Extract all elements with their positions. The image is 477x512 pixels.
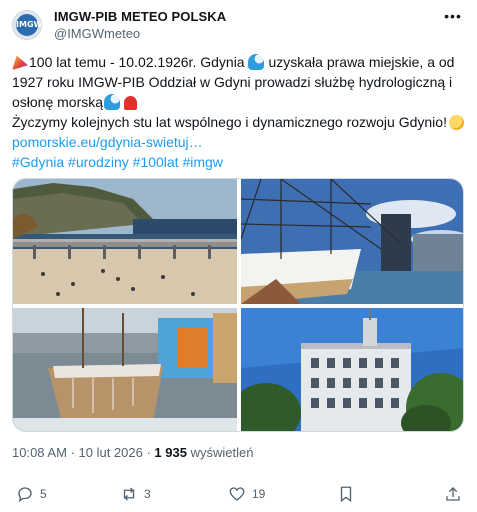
party-popper-icon: [12, 55, 28, 70]
water-wave-icon: [104, 94, 121, 110]
like-button[interactable]: 19: [228, 484, 265, 504]
more-options-icon[interactable]: •••: [443, 9, 463, 26]
rotating-light-icon: [124, 96, 138, 110]
tweet-meta: 10:08 AM · 10 lut 2026 · 1 935 wyświetle…: [12, 445, 254, 460]
tweet-line-3: osłonę morską: [12, 92, 465, 112]
photo-gdynia-beach-pier[interactable]: [13, 179, 237, 304]
avatar-logo: IMGW: [16, 14, 41, 36]
media-grid: [12, 178, 464, 432]
tweet-line-1: 100 lat temu - 10.02.1926r. Gdynia uzysk…: [12, 52, 465, 72]
tweet-time[interactable]: 10:08 AM: [12, 445, 67, 460]
retweet-count: 3: [144, 487, 151, 501]
share-button[interactable]: [444, 484, 468, 504]
retweet-icon: [123, 487, 135, 501]
bookmark-icon: [340, 486, 352, 503]
reply-icon: [18, 487, 32, 503]
heart-icon: [229, 487, 245, 501]
views-label: wyświetleń: [186, 445, 254, 460]
tweet-line-2: 1927 roku IMGW-PIB Oddział w Gdyni prowa…: [12, 74, 453, 90]
reply-button[interactable]: 5: [16, 484, 47, 504]
photo-imgw-building-tower[interactable]: [241, 308, 463, 431]
author-handle[interactable]: @IMGWmeteo: [54, 26, 140, 41]
tweet-actions: 5 3 19: [12, 484, 465, 504]
retweet-button[interactable]: 3: [120, 484, 151, 504]
views-count: 1 935: [154, 445, 187, 460]
like-count: 19: [252, 487, 266, 501]
avatar[interactable]: IMGW: [12, 10, 42, 40]
tweet-text: 100 lat temu - 10.02.1926r. Gdynia uzysk…: [12, 52, 465, 172]
tweet-hashtags[interactable]: #Gdynia #urodziny #100lat #imgw: [12, 152, 465, 172]
tweet-date[interactable]: 10 lut 2026: [79, 445, 143, 460]
water-wave-icon: [247, 54, 264, 70]
photo-sailing-ship-dar-pomorza[interactable]: [241, 179, 463, 304]
share-icon: [446, 487, 460, 501]
reply-count: 5: [40, 487, 47, 501]
clapping-hands-icon: [448, 115, 464, 130]
bookmark-button[interactable]: [337, 484, 361, 504]
tweet-header: IMGW IMGW-PIB METEO POLSKA @IMGWmeteo ••…: [12, 8, 465, 48]
photo-icy-boat-harbor[interactable]: [13, 308, 237, 431]
tweet-line-4: Życzymy kolejnych stu lat wspólnego i dy…: [12, 112, 465, 132]
tweet-link[interactable]: pomorskie.eu/gdynia-swietuj…: [12, 132, 465, 152]
author-name[interactable]: IMGW-PIB METEO POLSKA: [54, 9, 226, 24]
